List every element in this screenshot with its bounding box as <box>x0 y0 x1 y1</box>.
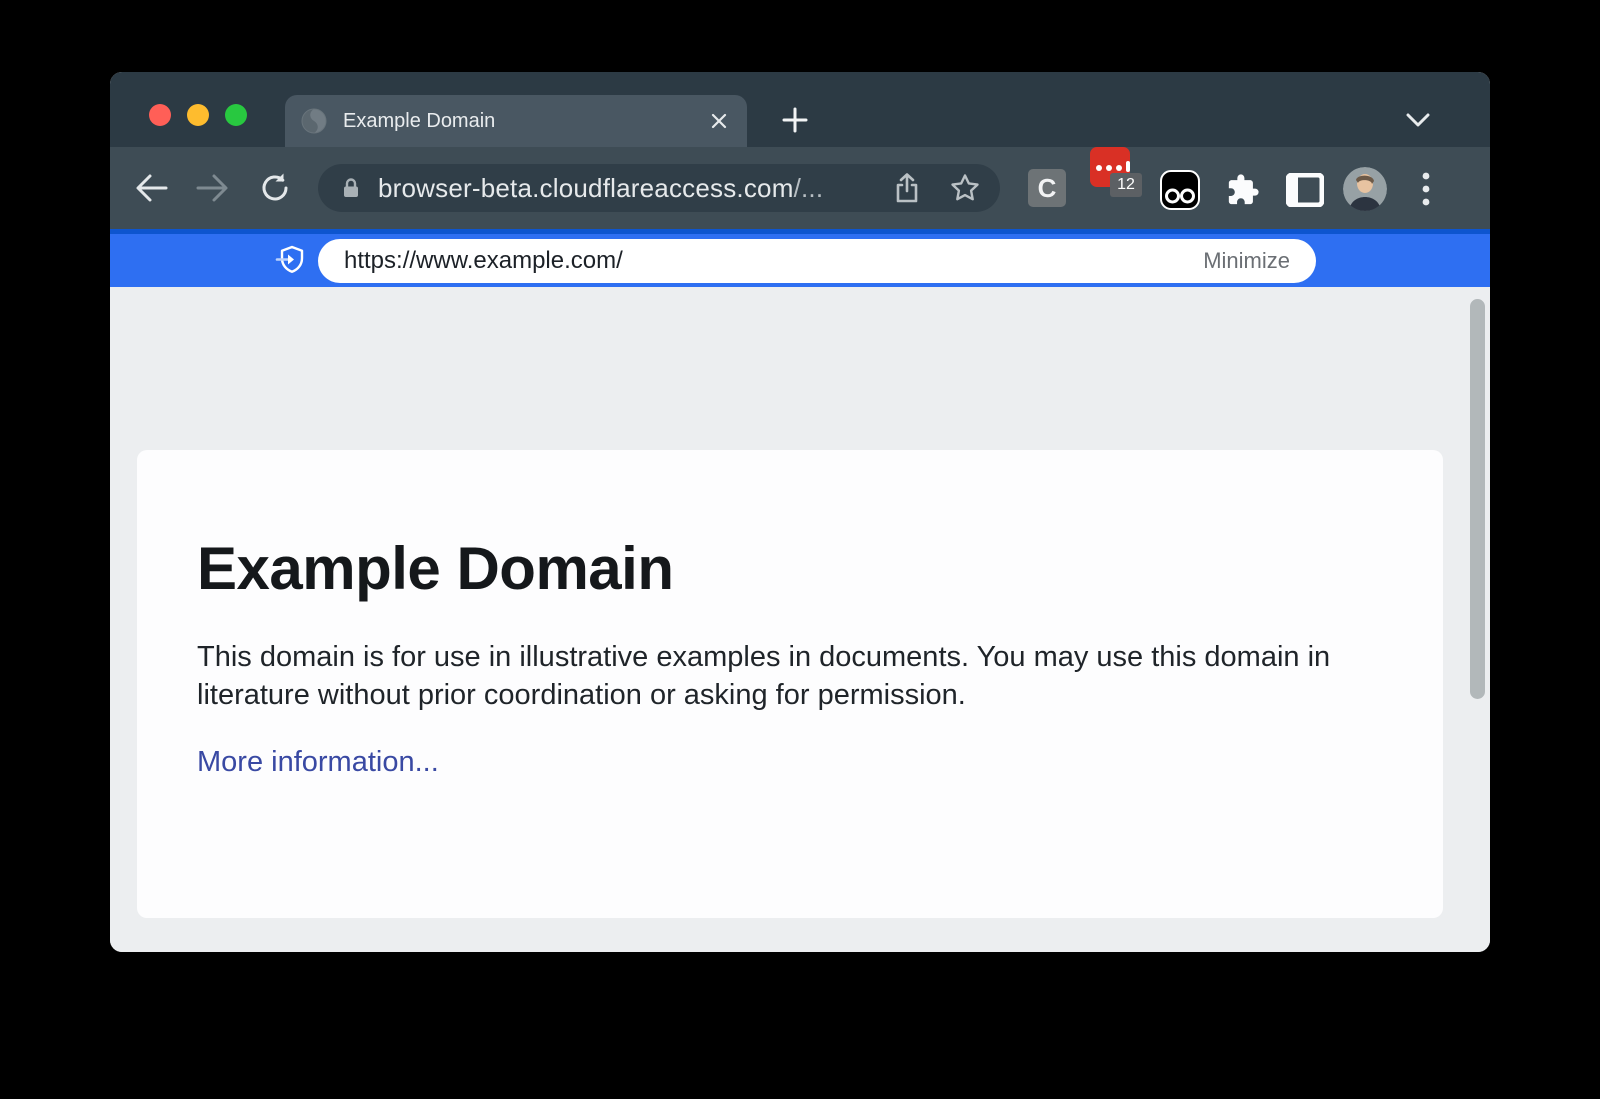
tab-strip: Example Domain <box>110 72 1490 147</box>
tab-example-domain[interactable]: Example Domain <box>285 95 747 147</box>
traffic-lights <box>149 104 247 126</box>
extension-badge: 12 <box>1110 173 1142 197</box>
forward-button[interactable] <box>190 165 236 211</box>
more-information-link[interactable]: More information... <box>197 746 439 779</box>
address-bar[interactable]: browser-beta.cloudflareaccess.com/... <box>318 164 1000 212</box>
address-url-suffix: /... <box>794 173 824 203</box>
puzzle-icon <box>1226 173 1260 207</box>
tab-title: Example Domain <box>343 110 707 133</box>
chevron-down-icon <box>1406 113 1430 127</box>
traffic-light-close-button[interactable] <box>149 104 171 126</box>
reload-button[interactable] <box>252 165 298 211</box>
forward-arrow-icon <box>196 173 230 203</box>
reload-icon <box>259 172 291 204</box>
isolation-url-bar: https://www.example.com/ Minimize <box>110 229 1490 287</box>
isolation-url-value: https://www.example.com/ <box>344 247 1203 275</box>
browser-window: Example Domain <box>110 72 1490 952</box>
scrollbar-thumb[interactable] <box>1470 299 1485 699</box>
new-tab-button[interactable] <box>775 100 815 140</box>
share-button[interactable] <box>890 171 924 205</box>
traffic-light-minimize-button[interactable] <box>187 104 209 126</box>
globe-favicon-icon <box>301 108 327 134</box>
lastpass-dots-icon <box>1096 163 1130 172</box>
tab-search-button[interactable] <box>1398 102 1438 138</box>
two-dots-icon <box>1159 169 1201 211</box>
plus-icon <box>782 107 808 133</box>
back-button[interactable] <box>128 165 174 211</box>
page-paragraph: This domain is for use in illustrative e… <box>197 639 1347 714</box>
shield-arrow-icon <box>273 244 307 278</box>
extension-two-dots-button[interactable] <box>1159 169 1201 211</box>
profile-avatar[interactable] <box>1343 167 1387 211</box>
extension-c-button[interactable]: C <box>1028 169 1066 207</box>
address-url: browser-beta.cloudflareaccess.com/... <box>378 173 866 204</box>
extension-c-label: C <box>1038 173 1057 204</box>
isolation-url-input[interactable]: https://www.example.com/ Minimize <box>318 239 1316 283</box>
side-panel-button[interactable] <box>1284 169 1326 211</box>
star-icon <box>950 173 980 203</box>
content-card: Example Domain This domain is for use in… <box>137 450 1443 918</box>
minimize-button[interactable]: Minimize <box>1203 248 1290 274</box>
back-arrow-icon <box>134 173 168 203</box>
lastpass-extension-button[interactable]: 12 <box>1090 147 1130 187</box>
kebab-menu-icon <box>1422 172 1430 206</box>
browser-menu-button[interactable] <box>1406 169 1446 209</box>
address-url-domain: browser-beta.cloudflareaccess.com <box>378 173 794 203</box>
traffic-light-zoom-button[interactable] <box>225 104 247 126</box>
extensions-menu-button[interactable] <box>1222 169 1264 211</box>
tab-close-icon[interactable] <box>707 109 731 133</box>
bookmark-star-button[interactable] <box>948 171 982 205</box>
side-panel-icon <box>1286 173 1324 207</box>
share-icon <box>894 173 920 203</box>
page-heading: Example Domain <box>197 534 1383 603</box>
browser-toolbar: browser-beta.cloudflareaccess.com/... C … <box>110 147 1490 229</box>
avatar-photo <box>1343 167 1387 211</box>
page-viewport: Example Domain This domain is for use in… <box>110 287 1490 952</box>
lock-icon[interactable] <box>340 177 362 199</box>
